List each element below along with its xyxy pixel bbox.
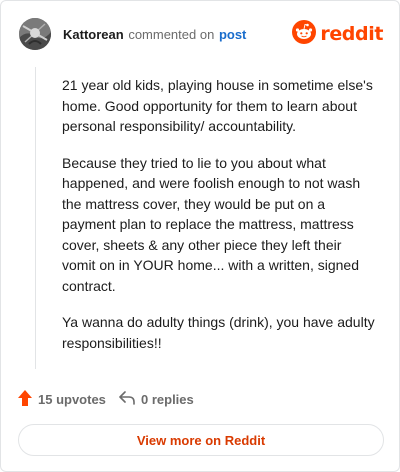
upvote-count: 15 upvotes — [38, 391, 106, 407]
username[interactable]: Kattorean — [63, 27, 124, 42]
post-link[interactable]: post — [219, 27, 246, 42]
comment-paragraph: 21 year old kids, playing house in somet… — [62, 77, 373, 134]
comment-paragraph: Because they tried to lie to you about w… — [62, 154, 361, 294]
view-more-button[interactable]: View more on Reddit — [18, 424, 384, 456]
upvote-button[interactable]: 15 upvotes — [17, 387, 106, 411]
user-avatar[interactable] — [19, 18, 51, 50]
comment-card: Kattorean commented on post reddit 21 ye… — [0, 0, 400, 472]
comment-byline: Kattorean commented on post — [63, 27, 246, 42]
reddit-snoo-icon — [292, 19, 317, 49]
reply-count: 0 replies — [141, 391, 194, 407]
reddit-wordmark: reddit — [320, 23, 383, 45]
comment-paragraph: Ya wanna do adulty things (drink), you h… — [62, 314, 375, 351]
comment-action-text: commented on — [128, 27, 215, 42]
comment-body: 21 year old kids, playing house in somet… — [62, 75, 378, 369]
reddit-logo[interactable]: reddit — [292, 19, 383, 49]
comment-header: Kattorean commented on post reddit — [1, 1, 399, 67]
thread-line — [35, 67, 36, 369]
reply-arrow-icon — [119, 390, 141, 408]
comment-footer: 15 upvotes 0 replies — [1, 387, 399, 411]
upvote-arrow-icon — [17, 389, 38, 410]
reply-button[interactable]: 0 replies — [119, 387, 194, 411]
